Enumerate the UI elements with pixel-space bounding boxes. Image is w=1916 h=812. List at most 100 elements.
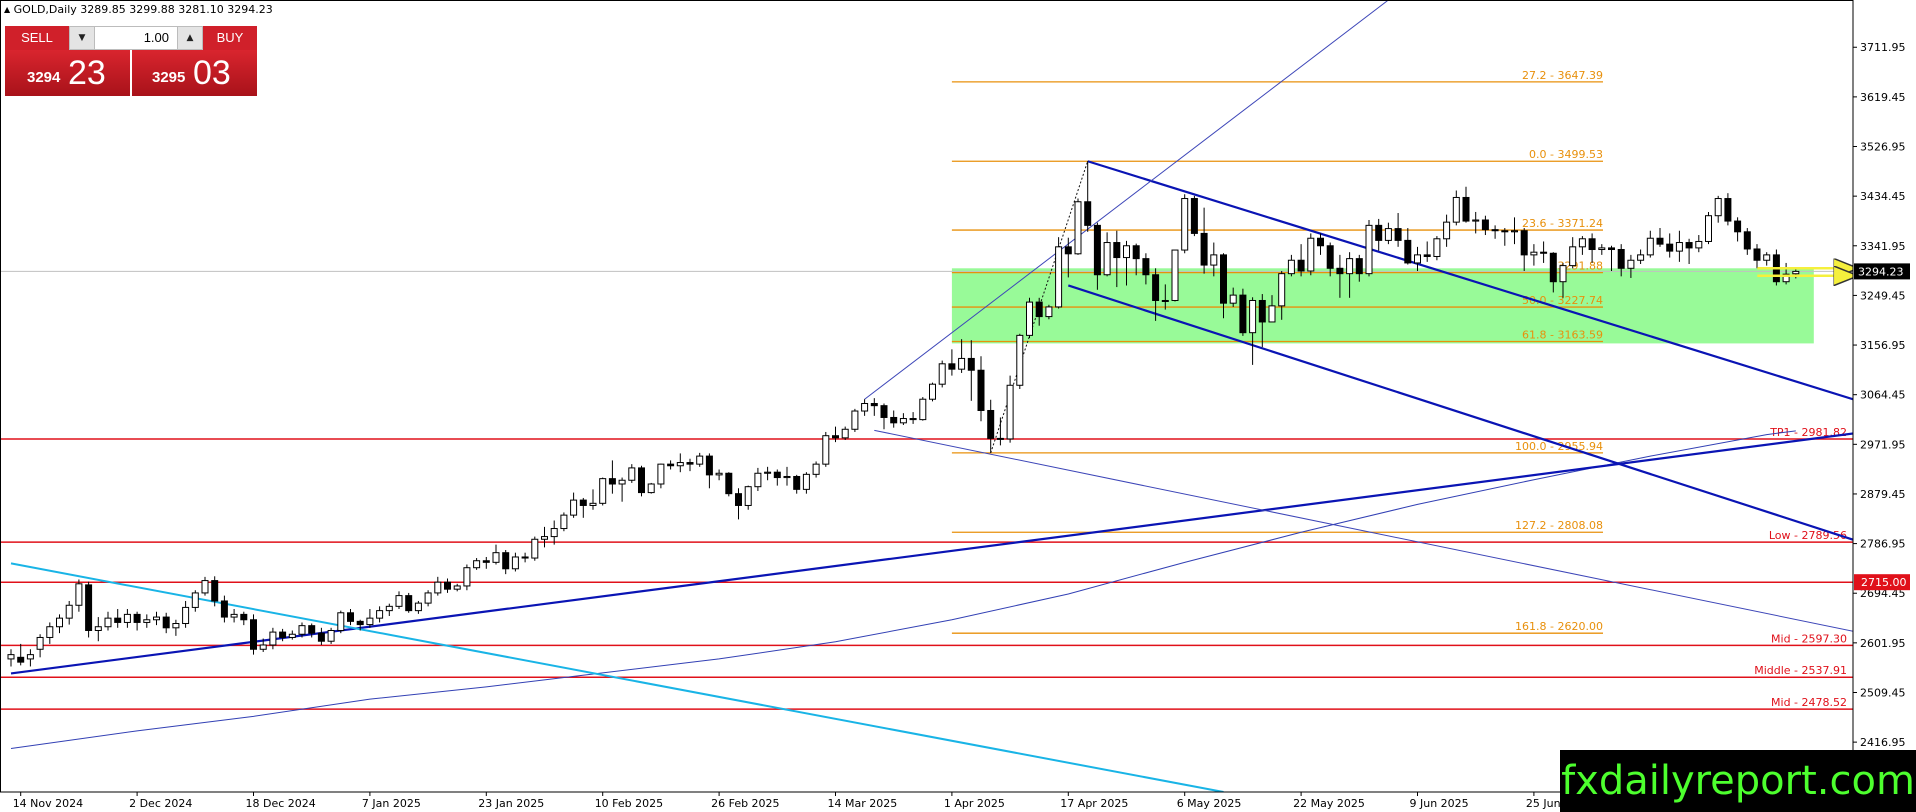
candle-body-down xyxy=(773,471,781,479)
candle xyxy=(1666,233,1674,258)
candle xyxy=(1578,236,1586,255)
candle xyxy=(1414,246,1421,271)
candle xyxy=(560,512,568,532)
candle xyxy=(929,382,936,402)
candle xyxy=(773,469,781,486)
candle-body-up xyxy=(1646,237,1654,256)
candle-body-down xyxy=(1734,220,1742,233)
fib-level-label: 0.0 - 3499.53 xyxy=(1529,148,1603,161)
candle-body-up xyxy=(65,604,73,619)
candle-body-down xyxy=(725,472,733,495)
candle-body-up xyxy=(1695,240,1703,249)
candle-body-up xyxy=(191,592,199,608)
candle-body-down xyxy=(405,595,413,612)
candle-body-up xyxy=(1559,265,1567,283)
candle xyxy=(841,426,849,440)
candle-body-up xyxy=(783,475,791,479)
candle-body-down xyxy=(832,435,839,439)
candle xyxy=(1365,220,1373,277)
candle xyxy=(541,526,548,548)
price-tick-label: 3434.45 xyxy=(1860,190,1906,203)
lot-decrease-icon[interactable]: ▼ xyxy=(69,26,95,50)
candle-body-down xyxy=(347,612,354,622)
candle-body-up xyxy=(550,528,558,538)
candle xyxy=(589,489,597,510)
price-tick-label: 2786.95 xyxy=(1860,538,1906,551)
candle-body-down xyxy=(1394,228,1402,241)
candle-body-down xyxy=(1200,232,1208,266)
buy-price-pips: 03 xyxy=(193,54,231,92)
candle-body-up xyxy=(676,462,684,467)
price-tick-label: 3249.45 xyxy=(1860,289,1906,302)
candle-body-up xyxy=(288,633,296,638)
fib-level-label: 23.6 - 3371.24 xyxy=(1522,217,1603,230)
candle xyxy=(1569,237,1577,269)
candle xyxy=(1501,228,1509,246)
candle xyxy=(1763,252,1771,266)
candle-body-down xyxy=(220,600,228,618)
candle-body-down xyxy=(250,619,257,650)
candle-body-down xyxy=(1423,254,1431,257)
candle xyxy=(977,356,985,422)
time-tick-label: 22 May 2025 xyxy=(1293,797,1365,810)
candle xyxy=(511,552,519,572)
candle-body-down xyxy=(1491,229,1499,232)
candle xyxy=(967,340,975,401)
candle-body-up xyxy=(1472,219,1480,222)
candle xyxy=(996,417,1004,446)
buy-button[interactable]: BUY xyxy=(203,26,257,50)
candle xyxy=(599,477,607,506)
sell-button[interactable]: SELL xyxy=(5,26,69,50)
candle-body-down xyxy=(987,409,995,439)
price-tick-label: 2509.45 xyxy=(1860,686,1906,699)
candle xyxy=(85,581,93,638)
candle xyxy=(230,609,238,623)
candle xyxy=(133,611,141,631)
sell-price-box[interactable]: 3294 23 xyxy=(5,50,130,96)
candle-body-down xyxy=(1152,274,1160,301)
candle xyxy=(240,611,248,626)
candle xyxy=(1006,375,1014,443)
candle xyxy=(764,466,772,481)
candle-body-down xyxy=(1142,258,1150,276)
candle-body-down xyxy=(1084,201,1092,226)
candle-body-down xyxy=(1588,238,1596,251)
support-zone xyxy=(951,268,1814,344)
candle xyxy=(434,576,442,596)
candle xyxy=(1026,297,1033,339)
candle-body-down xyxy=(1462,196,1470,222)
candle xyxy=(376,606,384,623)
candle xyxy=(453,583,461,592)
buy-price-box[interactable]: 3295 03 xyxy=(132,50,257,96)
candle-body-up xyxy=(269,631,277,646)
candle-body-up xyxy=(1598,247,1606,251)
candle xyxy=(182,600,190,628)
candle-body-up xyxy=(36,636,44,650)
lot-increase-icon[interactable]: ▲ xyxy=(177,26,203,50)
time-tick-label: 1 Apr 2025 xyxy=(944,797,1005,810)
candle-body-down xyxy=(667,463,675,467)
candle xyxy=(686,458,694,472)
candle-body-up xyxy=(230,613,238,618)
sell-price-pips: 23 xyxy=(68,54,106,92)
candle-body-up xyxy=(1452,196,1460,223)
lot-size-input[interactable]: 1.00 xyxy=(95,26,177,50)
candle-body-up xyxy=(1103,242,1111,276)
candle-body-up xyxy=(298,625,306,635)
candle-body-up xyxy=(1414,254,1421,264)
candle-body-down xyxy=(1317,237,1324,247)
candle-body-up xyxy=(1637,254,1645,261)
candle-body-up xyxy=(1307,237,1315,272)
candle xyxy=(744,485,752,510)
candle xyxy=(104,611,112,631)
candle xyxy=(822,431,830,467)
buy-price-main: 3295 xyxy=(152,69,186,86)
price-chart[interactable]: TP1 - 2981.82Low - 2789.56Mid - 2597.30M… xyxy=(0,0,1916,812)
candle xyxy=(919,397,927,421)
candle-body-up xyxy=(1365,224,1373,275)
candle-body-up xyxy=(201,580,209,594)
candle-body-up xyxy=(822,435,830,465)
candle-body-down xyxy=(1220,254,1227,304)
candle-body-up xyxy=(376,610,384,619)
symbol-arrow-icon[interactable]: ▲ xyxy=(4,5,10,14)
